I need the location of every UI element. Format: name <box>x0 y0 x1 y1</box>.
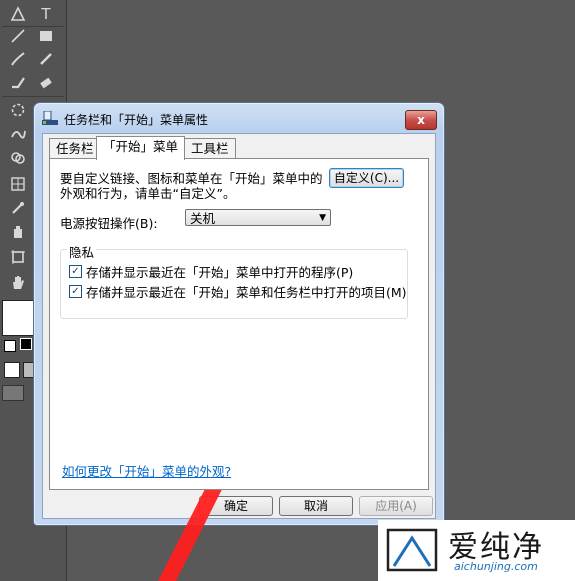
symbol-sprayer-icon[interactable] <box>4 220 32 244</box>
recent-items-label: 存储并显示最近在「开始」菜单和任务栏中打开的项目(M) <box>86 285 407 300</box>
line-tool-icon[interactable] <box>4 24 32 48</box>
text-tool-icon[interactable]: T <box>32 2 60 26</box>
start-menu-description: 要自定义链接、图标和菜单在「开始」菜单中的外观和行为，请单击“自定义”。 <box>60 171 323 201</box>
default-colors-icon[interactable] <box>4 340 16 352</box>
blob-brush-icon[interactable] <box>4 71 32 95</box>
recent-programs-label: 存储并显示最近在「开始」菜单中打开的程序(P) <box>86 265 354 280</box>
taskbar-start-menu-properties-dialog: 任务栏和「开始」菜单属性 x 任务栏 「开始」菜单 工具栏 要自定义链接、图标和… <box>33 102 445 526</box>
hand-tool-icon[interactable] <box>4 270 32 294</box>
recent-programs-checkbox[interactable]: ✓ <box>69 265 82 278</box>
brush-tool-icon[interactable] <box>4 47 32 71</box>
privacy-group: 隐私 ✓ 存储并显示最近在「开始」菜单中打开的程序(P) ✓ 存储并显示最近在「… <box>60 242 408 319</box>
mesh-tool-icon[interactable] <box>4 172 32 196</box>
taskbar-icon <box>42 111 58 125</box>
power-button-value: 关机 <box>190 211 216 226</box>
screen-mode-icon[interactable] <box>2 385 24 401</box>
watermark-logo-icon <box>386 528 438 572</box>
power-button-select[interactable]: 关机 ▼ <box>185 209 331 226</box>
rotate-tool-icon[interactable] <box>4 98 32 122</box>
close-button[interactable]: x <box>405 110 437 130</box>
customize-button[interactable]: 自定义(C)... <box>329 168 404 188</box>
recent-items-option[interactable]: ✓ 存储并显示最近在「开始」菜单和任务栏中打开的项目(M) <box>69 282 407 301</box>
ok-button[interactable]: 确定 <box>199 496 273 516</box>
pen-tool-icon[interactable] <box>4 2 32 26</box>
start-menu-help-link[interactable]: 如何更改「开始」菜单的外观? <box>62 461 231 480</box>
artboard-tool-icon[interactable] <box>4 245 32 269</box>
draw-normal-icon[interactable] <box>4 362 20 378</box>
watermark-url: aichunjing.com <box>454 560 538 573</box>
apply-button[interactable]: 应用(A) <box>359 496 433 516</box>
shape-builder-icon[interactable] <box>4 146 32 170</box>
tool-separator <box>2 96 64 97</box>
dialog-title: 任务栏和「开始」菜单属性 <box>64 113 209 127</box>
watermark: 爱纯净 aichunjing.com <box>378 520 575 581</box>
eyedropper-tool-icon[interactable] <box>4 196 32 220</box>
pencil-tool-icon[interactable] <box>32 47 60 71</box>
tab-toolbars[interactable]: 工具栏 <box>184 138 236 159</box>
privacy-group-title: 隐私 <box>67 242 97 261</box>
recent-items-checkbox[interactable]: ✓ <box>69 285 82 298</box>
rectangle-tool-icon[interactable] <box>32 24 60 48</box>
eraser-tool-icon[interactable] <box>32 71 60 95</box>
tab-taskbar[interactable]: 任务栏 <box>49 138 101 159</box>
recent-programs-option[interactable]: ✓ 存储并显示最近在「开始」菜单中打开的程序(P) <box>69 262 353 281</box>
chevron-down-icon: ▼ <box>319 213 326 223</box>
tab-start-menu[interactable]: 「开始」菜单 <box>96 136 186 160</box>
warp-tool-icon[interactable] <box>4 122 32 146</box>
title-bar[interactable]: 任务栏和「开始」菜单属性 x <box>34 103 444 133</box>
power-button-label: 电源按钮操作(B): <box>60 216 158 231</box>
start-menu-tab-panel: 要自定义链接、图标和菜单在「开始」菜单中的外观和行为，请单击“自定义”。 自定义… <box>49 158 429 490</box>
fill-color-swatch[interactable] <box>2 300 35 336</box>
dialog-client-area: 任务栏 「开始」菜单 工具栏 要自定义链接、图标和菜单在「开始」菜单中的外观和行… <box>42 133 436 519</box>
cancel-button[interactable]: 取消 <box>279 496 353 516</box>
swap-colors-icon[interactable] <box>20 338 32 350</box>
